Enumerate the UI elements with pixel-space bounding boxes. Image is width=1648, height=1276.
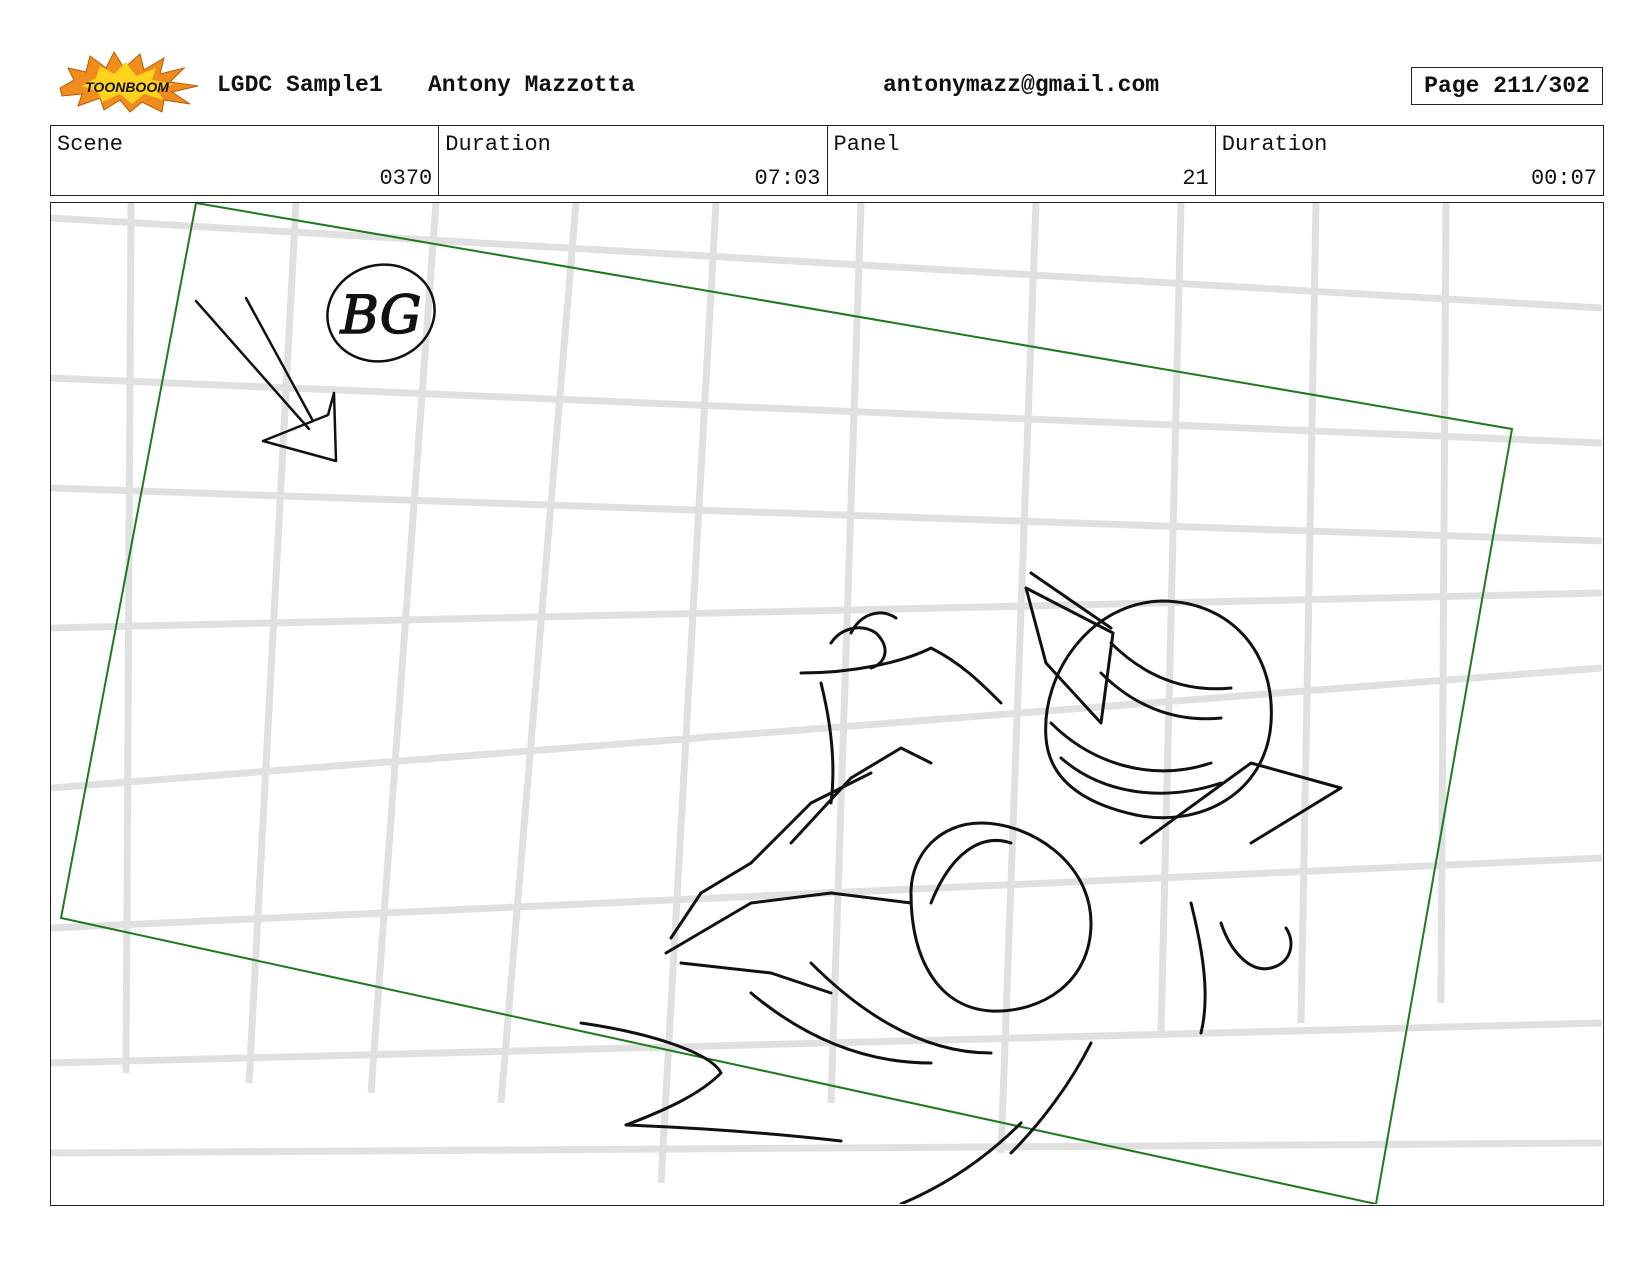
page-indicator: Page 211/302 — [1411, 67, 1603, 105]
bg-note-text: BG — [340, 286, 422, 346]
author-email: antonymazz@gmail.com — [883, 72, 1160, 98]
panel-drawing: BG — [51, 203, 1602, 1204]
project-title: LGDC Sample1 — [217, 72, 383, 98]
background-grid — [51, 203, 1602, 1184]
panel-cell: Panel 21 — [828, 126, 1216, 195]
scene-duration-cell: Duration 07:03 — [439, 126, 828, 195]
scene-label: Scene — [57, 132, 124, 157]
panel-value: 21 — [1182, 166, 1209, 191]
panel-duration-label: Duration — [1221, 132, 1328, 157]
storyboard-panel: BG — [50, 202, 1604, 1206]
scene-cell: Scene 0370 — [51, 126, 440, 195]
logo-text: TOONBOOM — [85, 79, 169, 95]
panel-duration-cell: Duration 00:07 — [1216, 126, 1603, 195]
direction-arrow — [194, 296, 338, 463]
panel-duration-value: 00:07 — [1530, 166, 1597, 191]
toonboom-logo: TOONBOOM — [59, 50, 199, 113]
scene-duration-label: Duration — [445, 132, 551, 157]
scene-duration-value: 07:03 — [754, 166, 821, 191]
panel-label: Panel — [833, 132, 900, 157]
scene-info-table: Scene 0370 Duration 07:03 Panel 21 Durat… — [50, 125, 1604, 196]
scene-value: 0370 — [379, 166, 433, 191]
author-name: Antony Mazzotta — [428, 72, 636, 98]
